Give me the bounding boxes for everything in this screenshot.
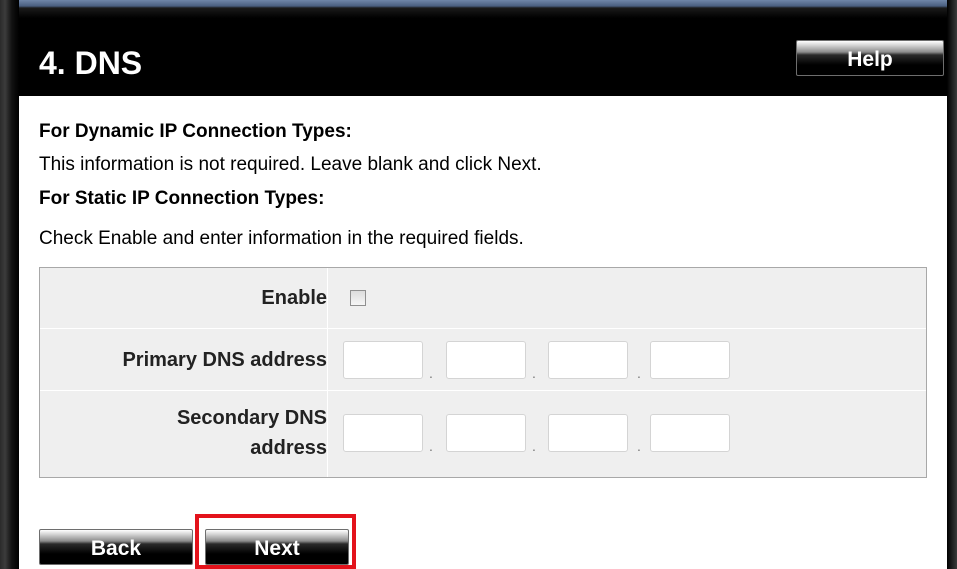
dns-wizard-panel: 4. DNS Help For Dynamic IP Connection Ty… bbox=[19, 18, 947, 569]
dynamic-ip-text: This information is not required. Leave … bbox=[39, 154, 542, 175]
primary-dns-label: Primary DNS address bbox=[122, 349, 327, 371]
octet-separator: . bbox=[532, 365, 536, 381]
octet-separator: . bbox=[429, 365, 433, 381]
page-title: 4. DNS bbox=[39, 45, 143, 81]
enable-label: Enable bbox=[261, 287, 327, 309]
primary-dns-octet-4[interactable] bbox=[650, 341, 730, 379]
secondary-dns-label-line-2: address bbox=[250, 437, 327, 459]
dynamic-ip-heading: For Dynamic IP Connection Types: bbox=[39, 121, 352, 142]
secondary-dns-octet-3[interactable] bbox=[548, 414, 628, 452]
static-ip-heading: For Static IP Connection Types: bbox=[39, 188, 325, 209]
enable-checkbox[interactable] bbox=[350, 290, 366, 306]
secondary-dns-row: Secondary DNS address . . . bbox=[40, 391, 926, 477]
secondary-dns-label: Secondary DNS address bbox=[177, 403, 327, 463]
title-bar: 4. DNS Help bbox=[19, 18, 947, 96]
next-button[interactable]: Next bbox=[205, 529, 349, 565]
octet-separator: . bbox=[532, 438, 536, 454]
primary-dns-octet-3[interactable] bbox=[548, 341, 628, 379]
dns-settings-table: Enable Primary DNS address . . . Seconda… bbox=[39, 267, 927, 478]
primary-dns-octet-2[interactable] bbox=[446, 341, 526, 379]
static-ip-text: Check Enable and enter information in th… bbox=[39, 228, 524, 249]
secondary-dns-label-line-1: Secondary DNS bbox=[176, 407, 327, 429]
help-button[interactable]: Help bbox=[796, 40, 944, 76]
octet-separator: . bbox=[637, 438, 641, 454]
primary-dns-octet-1[interactable] bbox=[343, 341, 423, 379]
octet-separator: . bbox=[637, 365, 641, 381]
secondary-dns-octet-2[interactable] bbox=[446, 414, 526, 452]
primary-dns-row: Primary DNS address . . . bbox=[40, 329, 926, 391]
secondary-dns-octet-1[interactable] bbox=[343, 414, 423, 452]
window-right-frame bbox=[947, 0, 957, 569]
secondary-dns-octet-4[interactable] bbox=[650, 414, 730, 452]
octet-separator: . bbox=[429, 438, 433, 454]
window-top-frame bbox=[0, 0, 957, 18]
window-left-frame bbox=[0, 0, 19, 569]
enable-row: Enable bbox=[40, 268, 926, 329]
back-button[interactable]: Back bbox=[39, 529, 193, 565]
